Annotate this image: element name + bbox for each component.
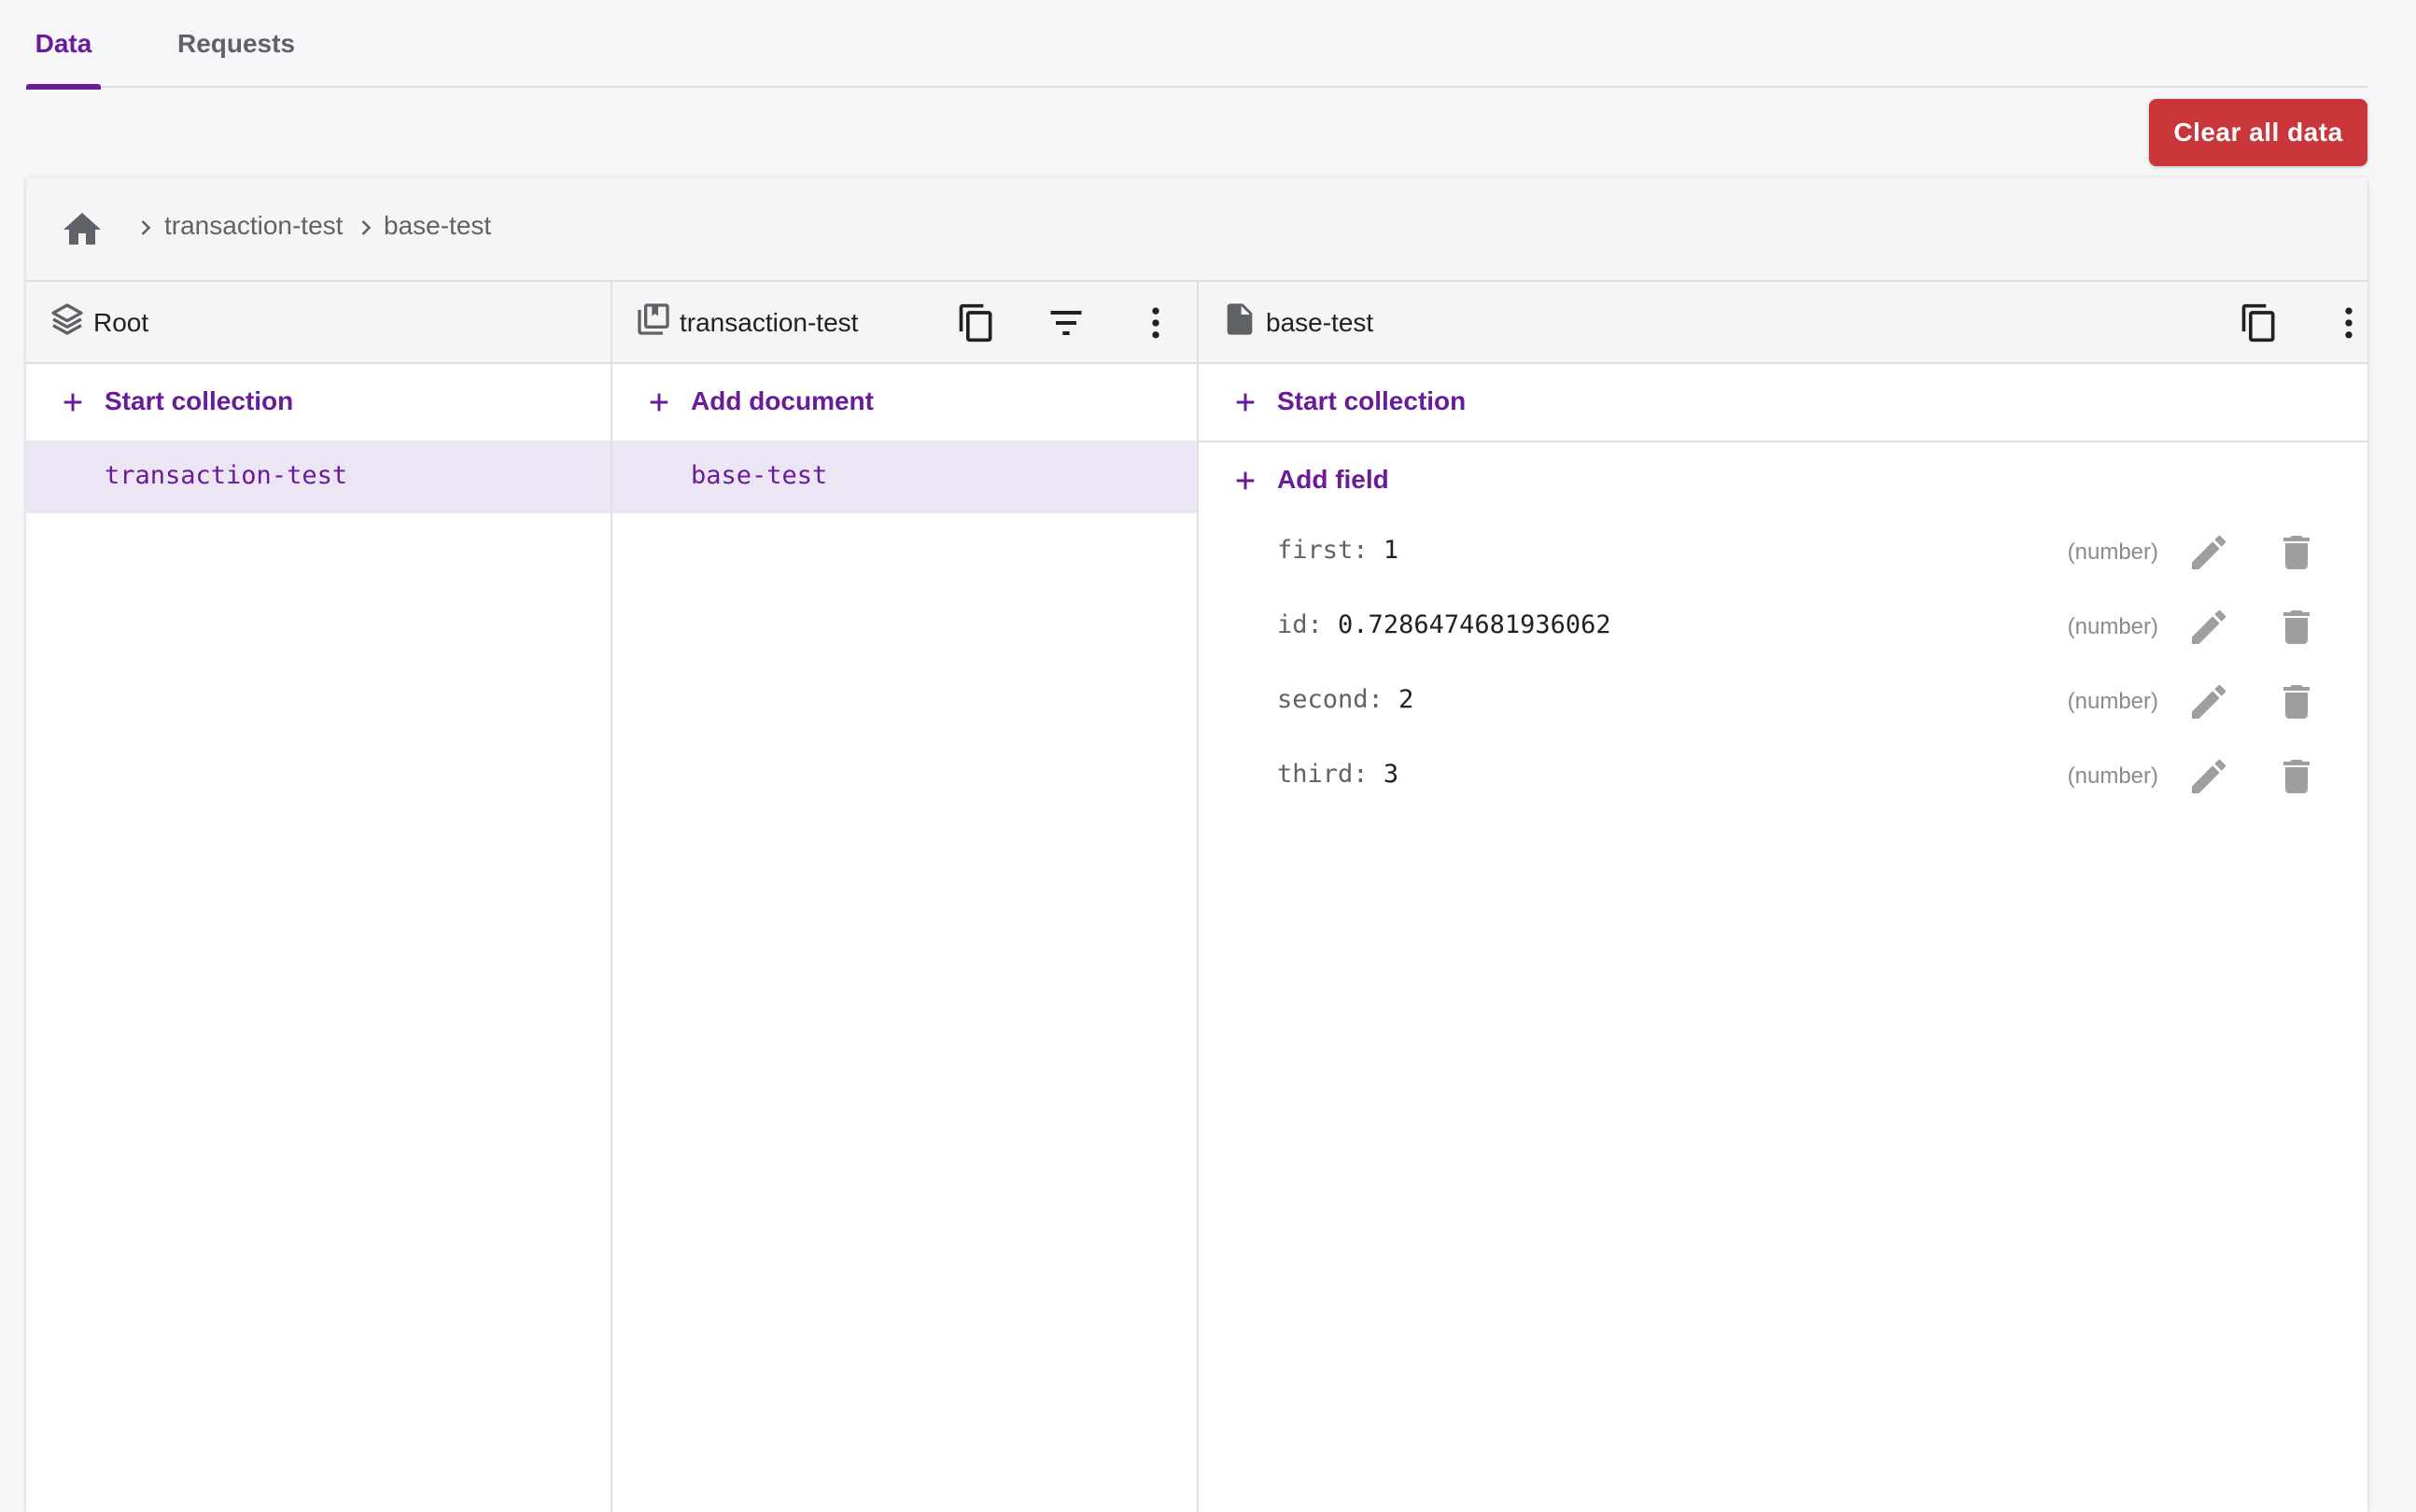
add-field-button[interactable]: Add field — [1199, 442, 2367, 519]
clear-all-data-button[interactable]: Clear all data — [2149, 99, 2367, 166]
copy-button[interactable] — [2235, 299, 2283, 347]
field-row: id: 0.7286474681936062 (number) — [1199, 590, 2367, 665]
field-type: (number) — [2067, 763, 2158, 789]
field-value: 3 — [1383, 760, 1399, 789]
field-row: first: 1 (number) — [1199, 515, 2367, 590]
collection-icon — [638, 303, 669, 335]
plus-icon — [650, 393, 668, 412]
field-key: third: 3 — [1277, 760, 1399, 789]
document-item-label: base-test — [691, 461, 828, 490]
start-collection-button[interactable]: Start collection — [26, 364, 611, 441]
delete-trash-icon[interactable] — [2274, 754, 2319, 799]
field-type: (number) — [2067, 539, 2158, 565]
add-document-button[interactable]: Add document — [612, 364, 1197, 441]
home-icon[interactable] — [60, 207, 105, 252]
collection-item-label: transaction-test — [105, 461, 348, 490]
tab-requests[interactable]: Requests — [152, 0, 320, 88]
field-value: 1 — [1383, 536, 1399, 565]
breadcrumb-item-base-test[interactable]: base-test — [384, 211, 491, 241]
root-column-header: Root — [26, 282, 611, 364]
document-column-header: base-test — [1199, 282, 2367, 364]
root-layers-icon — [51, 303, 83, 335]
data-viewer-panel: transaction-test base-test Root Start co… — [26, 177, 2367, 1512]
collection-column: transaction-test Add document base-test — [612, 282, 1199, 1512]
copy-icon — [2241, 303, 2275, 343]
more-vert-icon — [2345, 307, 2353, 339]
plus-icon — [1236, 393, 1255, 412]
chevron-right-icon — [141, 220, 151, 235]
field-type: (number) — [2067, 614, 2158, 639]
copy-icon — [959, 303, 992, 343]
field-row: second: 2 (number) — [1199, 665, 2367, 739]
delete-trash-icon[interactable] — [2274, 679, 2319, 724]
field-value: 0.7286474681936062 — [1338, 610, 1611, 639]
delete-trash-icon[interactable] — [2274, 530, 2319, 575]
breadcrumb: transaction-test base-test — [26, 177, 2367, 282]
field-value: 2 — [1398, 685, 1414, 714]
field-type: (number) — [2067, 689, 2158, 714]
document-column: base-test Start collection Add field fir… — [1199, 282, 2367, 1512]
edit-pencil-icon[interactable] — [2186, 530, 2231, 575]
filter-button[interactable] — [1042, 299, 1090, 347]
field-key: first: 1 — [1277, 536, 1399, 565]
edit-pencil-icon[interactable] — [2186, 605, 2231, 650]
field-key: second: 2 — [1277, 685, 1414, 714]
collection-column-header: transaction-test — [612, 282, 1197, 364]
root-column: Root Start collection transaction-test — [26, 282, 612, 1512]
start-collection-label: Start collection — [105, 386, 294, 415]
tab-data[interactable]: Data — [26, 0, 101, 90]
start-subcollection-button[interactable]: Start collection — [1199, 364, 2367, 441]
chevron-right-icon — [361, 220, 372, 235]
plus-icon — [1236, 471, 1255, 490]
document-icon — [1227, 303, 1253, 335]
field-key: id: 0.7286474681936062 — [1277, 610, 1611, 639]
root-column-title: Root — [93, 308, 149, 337]
more-options-button[interactable] — [1131, 299, 1180, 347]
document-column-title: base-test — [1266, 308, 1374, 337]
start-collection-label: Start collection — [1277, 386, 1467, 415]
more-options-button[interactable] — [2325, 299, 2367, 347]
field-row: third: 3 (number) — [1199, 739, 2367, 814]
add-document-label: Add document — [691, 386, 874, 415]
breadcrumb-item-transaction-test[interactable]: transaction-test — [164, 211, 343, 241]
delete-trash-icon[interactable] — [2274, 605, 2319, 650]
tab-bar: Data Requests — [26, 0, 2367, 90]
copy-button[interactable] — [952, 299, 1001, 347]
plus-icon — [63, 393, 82, 412]
edit-pencil-icon[interactable] — [2186, 754, 2231, 799]
more-vert-icon — [1152, 307, 1159, 339]
edit-pencil-icon[interactable] — [2186, 679, 2231, 724]
collection-column-title: transaction-test — [680, 308, 859, 337]
document-list-item[interactable]: base-test — [612, 441, 1197, 513]
collection-list-item[interactable]: transaction-test — [26, 441, 611, 513]
add-field-label: Add field — [1277, 465, 1389, 494]
filter-icon — [1050, 310, 1082, 336]
